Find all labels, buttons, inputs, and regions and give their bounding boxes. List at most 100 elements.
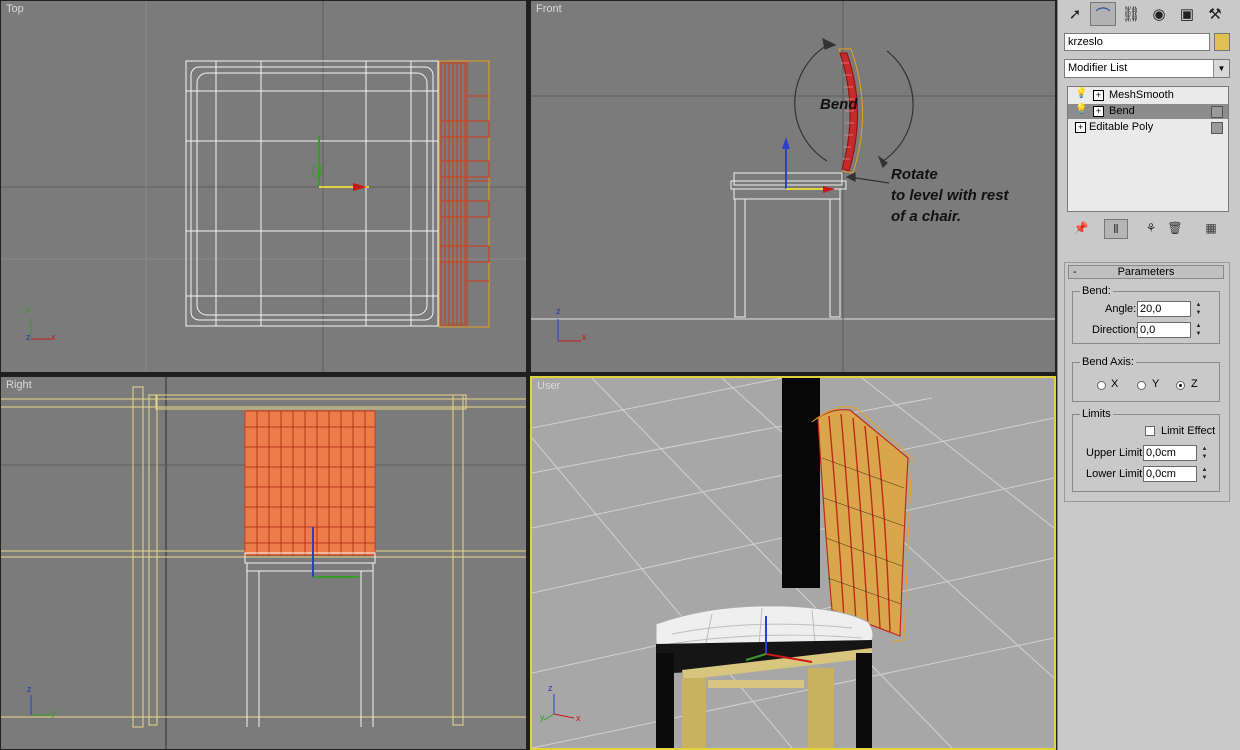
user-axis-z: z [548, 683, 553, 693]
bend-group-label: Bend: [1080, 285, 1113, 297]
front-axis-x: x [582, 332, 587, 342]
remove-modifier-button[interactable]: 🗑 [1164, 219, 1186, 237]
bend-axis-group-label: Bend Axis: [1080, 356, 1136, 368]
direction-label: Direction: [1092, 324, 1139, 336]
tab-hierarchy[interactable]: ⛓ [1118, 2, 1144, 26]
stack-item-editable-poly[interactable]: + Editable Poly [1068, 120, 1228, 135]
backrest-selection [438, 60, 490, 328]
stack-item-bend[interactable]: 💡 + Bend [1068, 104, 1228, 119]
annotation-bend: Bend [820, 96, 858, 113]
user-view-canvas [532, 378, 1054, 748]
axis-z-radio[interactable] [1176, 381, 1185, 390]
parameters-title: Parameters [1117, 266, 1175, 278]
axis-x-label: X [1111, 378, 1119, 390]
lower-limit-label: Lower Limit: [1086, 468, 1146, 480]
limit-effect-label: Limit Effect [1161, 425, 1216, 437]
annotation-rotate: Rotate to level with rest of a chair. [891, 164, 1009, 227]
backrest-right [244, 410, 376, 556]
expand-icon[interactable]: + [1093, 90, 1104, 101]
parameters-rollout-header[interactable]: - Parameters [1068, 265, 1224, 279]
viewport-right[interactable]: Right [0, 376, 527, 750]
angle-spinner-arrows[interactable]: ▲ ▼ [1194, 301, 1203, 317]
user-axis-y: y [540, 712, 545, 722]
right-axis-y: y [51, 708, 56, 718]
wall-post [782, 378, 820, 588]
pin-stack-button[interactable]: 📌 [1070, 219, 1092, 237]
upper-limit-spinner-arrows[interactable]: ▲ ▼ [1200, 445, 1209, 461]
direction-spinner-arrows[interactable]: ▲ ▼ [1194, 322, 1203, 338]
object-name-input[interactable]: krzeslo [1064, 33, 1210, 51]
lightbulb-icon[interactable]: 💡 [1075, 104, 1087, 115]
top-axis-y: y [25, 304, 30, 314]
seat-right [244, 552, 376, 727]
configure-sets-button[interactable]: ▦ [1200, 219, 1222, 237]
pin-icon: 📌 [1073, 221, 1089, 235]
angle-label: Angle: [1105, 303, 1137, 315]
transform-gizmo [312, 136, 369, 191]
viewport-label-right[interactable]: Right [6, 379, 32, 391]
viewport-user[interactable]: User [530, 376, 1056, 750]
lower-limit-spinner-arrows[interactable]: ▲ ▼ [1200, 466, 1209, 482]
user-axis-x: x [576, 713, 581, 723]
cursor-icon: ➚ [1068, 6, 1082, 23]
trash-icon: 🗑 [1167, 221, 1183, 235]
bent-backrest-perspective [811, 406, 913, 643]
viewport-label-top[interactable]: Top [6, 3, 24, 15]
front-axis-z: z [556, 306, 561, 316]
collapse-icon: - [1073, 266, 1077, 278]
stack-label: Editable Poly [1089, 121, 1154, 133]
show-end-result-button[interactable]: Ⅱ [1104, 219, 1128, 239]
top-view-canvas [1, 1, 526, 372]
viewport-label-user[interactable]: User [537, 380, 560, 392]
upper-limit-label: Upper Limit: [1086, 447, 1146, 459]
make-unique-icon: ⚘ [1145, 221, 1157, 235]
show-end-result-toggle[interactable] [1211, 106, 1223, 118]
angle-spinner[interactable]: 20,0 [1137, 301, 1191, 317]
lightbulb-icon[interactable]: 💡 [1075, 88, 1087, 99]
right-axis-z: z [27, 684, 32, 694]
viewport-top[interactable]: Top [0, 0, 527, 373]
show-end-result-icon: Ⅱ [1113, 222, 1119, 236]
hammer-icon: ⚒ [1208, 6, 1222, 23]
upper-limit-spinner[interactable]: 0,0cm [1143, 445, 1197, 461]
seat-wireframe [185, 60, 439, 327]
object-color-swatch[interactable] [1214, 33, 1230, 51]
configure-icon: ▦ [1205, 221, 1217, 235]
stack-item-meshsmooth[interactable]: 💡 + MeshSmooth [1068, 88, 1228, 103]
tab-modify[interactable]: ⌒ [1090, 2, 1116, 26]
axis-tripod-front [557, 319, 581, 342]
tab-create[interactable]: ➚ [1062, 2, 1088, 26]
modifier-stack[interactable]: 💡 + MeshSmooth 💡 + Bend + Editable Poly [1067, 86, 1229, 212]
tab-utilities[interactable]: ⚒ [1202, 2, 1228, 26]
tab-motion[interactable]: ◉ [1146, 2, 1172, 26]
expand-icon[interactable]: + [1093, 106, 1104, 117]
limit-effect-checkbox[interactable] [1145, 426, 1155, 436]
annotation-rotate-line-1: Rotate [891, 166, 938, 183]
axis-tripod-user [543, 694, 575, 721]
axis-tripod-top [30, 319, 51, 340]
annotation-rotate-line-3: of a chair. [891, 208, 962, 225]
right-view-canvas [1, 377, 526, 749]
make-unique-button[interactable]: ⚘ [1140, 219, 1162, 237]
stack-label: Bend [1109, 105, 1135, 117]
display-icon: ▣ [1179, 6, 1195, 23]
chevron-down-icon: ▼ [1213, 60, 1229, 77]
tab-display[interactable]: ▣ [1174, 2, 1200, 26]
hierarchy-icon: ⛓ [1121, 6, 1141, 23]
motion-icon: ◉ [1152, 6, 1166, 23]
axis-y-radio[interactable] [1137, 381, 1146, 390]
lower-limit-spinner[interactable]: 0,0cm [1143, 466, 1197, 482]
axis-x-radio[interactable] [1097, 381, 1106, 390]
modifier-list-label: Modifier List [1068, 62, 1128, 74]
seat-perspective [655, 605, 874, 680]
show-end-result-toggle[interactable] [1211, 122, 1223, 134]
axis-tripod-right [30, 695, 51, 716]
modify-bend-icon: ⌒ [1095, 6, 1111, 24]
axis-z-label: Z [1191, 378, 1198, 390]
axis-y-label: Y [1152, 378, 1160, 390]
modifier-list-dropdown[interactable]: Modifier List ▼ [1064, 59, 1230, 78]
expand-icon[interactable]: + [1075, 122, 1086, 133]
viewport-label-front[interactable]: Front [536, 3, 562, 15]
limits-group-label: Limits [1080, 408, 1113, 420]
direction-spinner[interactable]: 0,0 [1137, 322, 1191, 338]
